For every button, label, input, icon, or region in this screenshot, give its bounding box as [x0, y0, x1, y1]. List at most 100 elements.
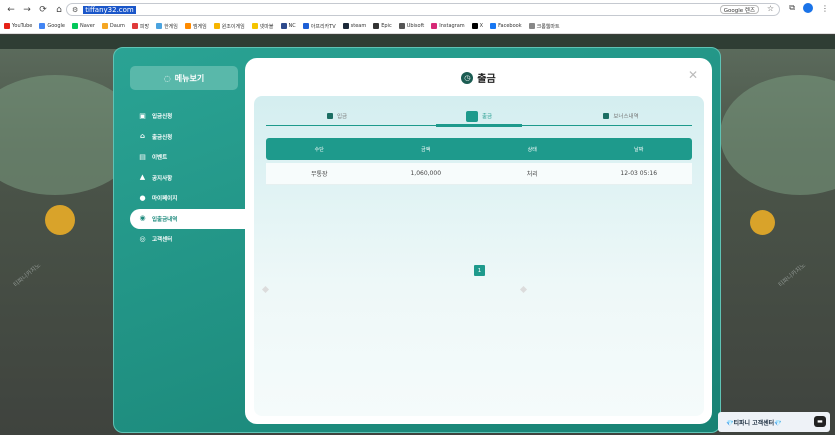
menu-dots-icon[interactable]: ⋮: [821, 4, 829, 13]
bookmark-item[interactable]: X: [471, 23, 484, 29]
bookmark-label: YouTube: [12, 23, 33, 29]
sidebar-menu: ▣ 입금신청 ⌂ 출금신청 ▤ 이벤트 ▲ 공지사항 ● 마이페이지 ◉ 입출금내역 ◎ 고객센터: [130, 106, 245, 250]
bookmark-item[interactable]: Naver: [71, 23, 95, 29]
column-header: 상태: [527, 146, 537, 153]
bell-icon: ▲: [139, 173, 146, 182]
bookmark-item[interactable]: 윈조이게임: [213, 23, 245, 30]
customer-support-widget[interactable]: 💎티파니 고객센터💎 ▬: [718, 412, 830, 432]
close-icon[interactable]: ✕: [688, 68, 698, 82]
bookmark-favicon-icon: [280, 23, 287, 29]
coin-decoration: [750, 210, 775, 235]
bookmark-item[interactable]: Daum: [101, 23, 125, 29]
toolbar-right: ⧉ ⋮: [789, 3, 829, 13]
forward-icon[interactable]: →: [21, 4, 33, 16]
bookmark-star-icon[interactable]: ☆: [767, 4, 774, 13]
back-icon[interactable]: ←: [5, 4, 17, 16]
bookmark-favicon-icon: [342, 23, 349, 29]
chat-icon[interactable]: ▬: [814, 416, 826, 427]
bookmark-favicon-icon: [101, 23, 108, 29]
site-info-icon[interactable]: ⚙: [72, 6, 78, 14]
bookmark-label: steam: [350, 23, 367, 29]
bookmark-label: 넷마블: [259, 23, 274, 30]
bookmark-item[interactable]: NC: [280, 23, 296, 29]
bookmark-item[interactable]: Google: [39, 23, 65, 29]
sidebar-item-2[interactable]: ▤ 이벤트: [130, 147, 245, 168]
home-icon[interactable]: ⌂: [53, 4, 65, 16]
bookmark-label: 크롬웹마트: [536, 23, 560, 30]
tab-icon: [603, 113, 610, 119]
profile-avatar[interactable]: [803, 3, 813, 13]
tab-0[interactable]: 입금: [266, 107, 408, 125]
user-icon: ●: [139, 193, 146, 202]
bookmark-item[interactable]: Instagram: [431, 23, 465, 29]
bookmark-favicon-icon: [131, 23, 138, 29]
bookmark-favicon-icon: [431, 23, 438, 29]
sidebar-item-0[interactable]: ▣ 입금신청: [130, 106, 245, 127]
menu-modal: ◌ 메뉴보기 ▣ 입금신청 ⌂ 출금신청 ▤ 이벤트 ▲ 공지사항 ● 마이페이지 ◉ 입출금내역 ◎ 고…: [113, 47, 721, 433]
headset-icon: ◎: [139, 234, 146, 243]
column-header: 금액: [421, 146, 431, 153]
bookmark-favicon-icon: [4, 23, 10, 29]
tab-label: 보너스내역: [613, 114, 639, 120]
sidebar-item-5[interactable]: ◉ 입출금내역: [130, 208, 245, 229]
bookmark-favicon-icon: [471, 23, 478, 29]
bookmark-item[interactable]: YouTube: [4, 23, 32, 29]
bookmark-label: X: [479, 23, 484, 29]
sidebar-item-label: 입출금내역: [152, 216, 178, 223]
menu-title-label: 메뉴보기: [174, 73, 205, 83]
bookmark-favicon-icon: [302, 23, 309, 29]
google-lens-chip[interactable]: Google 렌즈: [719, 5, 759, 14]
sidebar-item-label: 공지사항: [152, 175, 173, 182]
withdraw-panel: ◷ 출금 ✕ 입금 출금 보너스내역 수단 금액 상태 날짜 무통장 1,060,000 처리…: [245, 58, 712, 424]
sidebar-item-label: 고객센터: [152, 237, 173, 244]
tab-1[interactable]: 출금: [408, 107, 550, 127]
bookmark-favicon-icon: [251, 23, 258, 29]
bookmark-label: Daum: [109, 23, 125, 29]
table-cell: 1,060,000: [410, 170, 442, 177]
bookmark-item[interactable]: 크롬웹마트: [528, 23, 560, 30]
pagination-page-1[interactable]: 1: [474, 265, 485, 276]
sidebar-item-4[interactable]: ● 마이페이지: [130, 188, 245, 209]
panel-body: 입금 출금 보너스내역 수단 금액 상태 날짜 무통장 1,060,000 처리 12-03 0…: [254, 96, 704, 416]
bookmark-label: Google: [47, 23, 65, 29]
bookmark-item[interactable]: 넷마블: [251, 23, 274, 30]
tab-2[interactable]: 보너스내역: [550, 107, 692, 125]
reload-icon[interactable]: ⟳: [37, 4, 49, 16]
table-cell: 12-03 05:16: [620, 170, 658, 177]
bookmark-item[interactable]: 엠게임: [184, 23, 207, 30]
history-icon: ◉: [139, 214, 146, 223]
browser-toolbar: ← → ⟳ ⌂ ⚙ tiffany32.com Google 렌즈 ☆ ⧉ ⋮: [0, 0, 835, 19]
table-cell: 무통장: [310, 171, 328, 178]
url-text[interactable]: tiffany32.com: [83, 5, 136, 14]
address-bar[interactable]: ⚙ tiffany32.com Google 렌즈 ☆: [66, 3, 780, 16]
bookmark-label: Instagram: [439, 23, 465, 29]
bookmark-item[interactable]: 아프리카TV: [302, 23, 336, 30]
table-cell: 처리: [526, 171, 538, 178]
sidebar-item-label: 마이페이지: [152, 196, 178, 203]
extensions-icon[interactable]: ⧉: [789, 3, 795, 13]
bank-icon: ⌂: [139, 132, 145, 141]
bookmark-item[interactable]: steam: [342, 23, 367, 29]
bookmark-label: Naver: [79, 23, 95, 29]
sidebar-item-6[interactable]: ◎ 고객센터: [130, 229, 245, 250]
table-row: 무통장 1,060,000 처리 12-03 05:16: [266, 163, 692, 185]
sidebar-item-label: 출금신청: [152, 134, 173, 141]
bookmark-favicon-icon: [528, 23, 535, 29]
coin-decoration: [45, 205, 75, 235]
tab-icon: [326, 113, 333, 119]
bookmark-label: NC: [288, 23, 296, 29]
bookmark-item[interactable]: Facebook: [490, 23, 522, 29]
bookmark-item[interactable]: Epic: [373, 23, 392, 29]
panel-title: ◷ 출금: [245, 70, 712, 85]
bookmark-item[interactable]: Ubisoft: [398, 23, 424, 29]
bookmark-favicon-icon: [490, 23, 497, 29]
sidebar-item-1[interactable]: ⌂ 출금신청: [130, 127, 245, 148]
bookmark-item[interactable]: 피망: [131, 23, 149, 30]
sidebar-item-label: 이벤트: [152, 155, 168, 162]
watermark: 티파니카지노: [777, 261, 808, 289]
table-header: 수단 금액 상태 날짜: [266, 138, 692, 160]
menu-title-button[interactable]: ◌ 메뉴보기: [130, 66, 238, 90]
sidebar-item-3[interactable]: ▲ 공지사항: [130, 168, 245, 189]
background-leaf: [720, 75, 835, 195]
bookmark-item[interactable]: 한게임: [156, 23, 178, 30]
